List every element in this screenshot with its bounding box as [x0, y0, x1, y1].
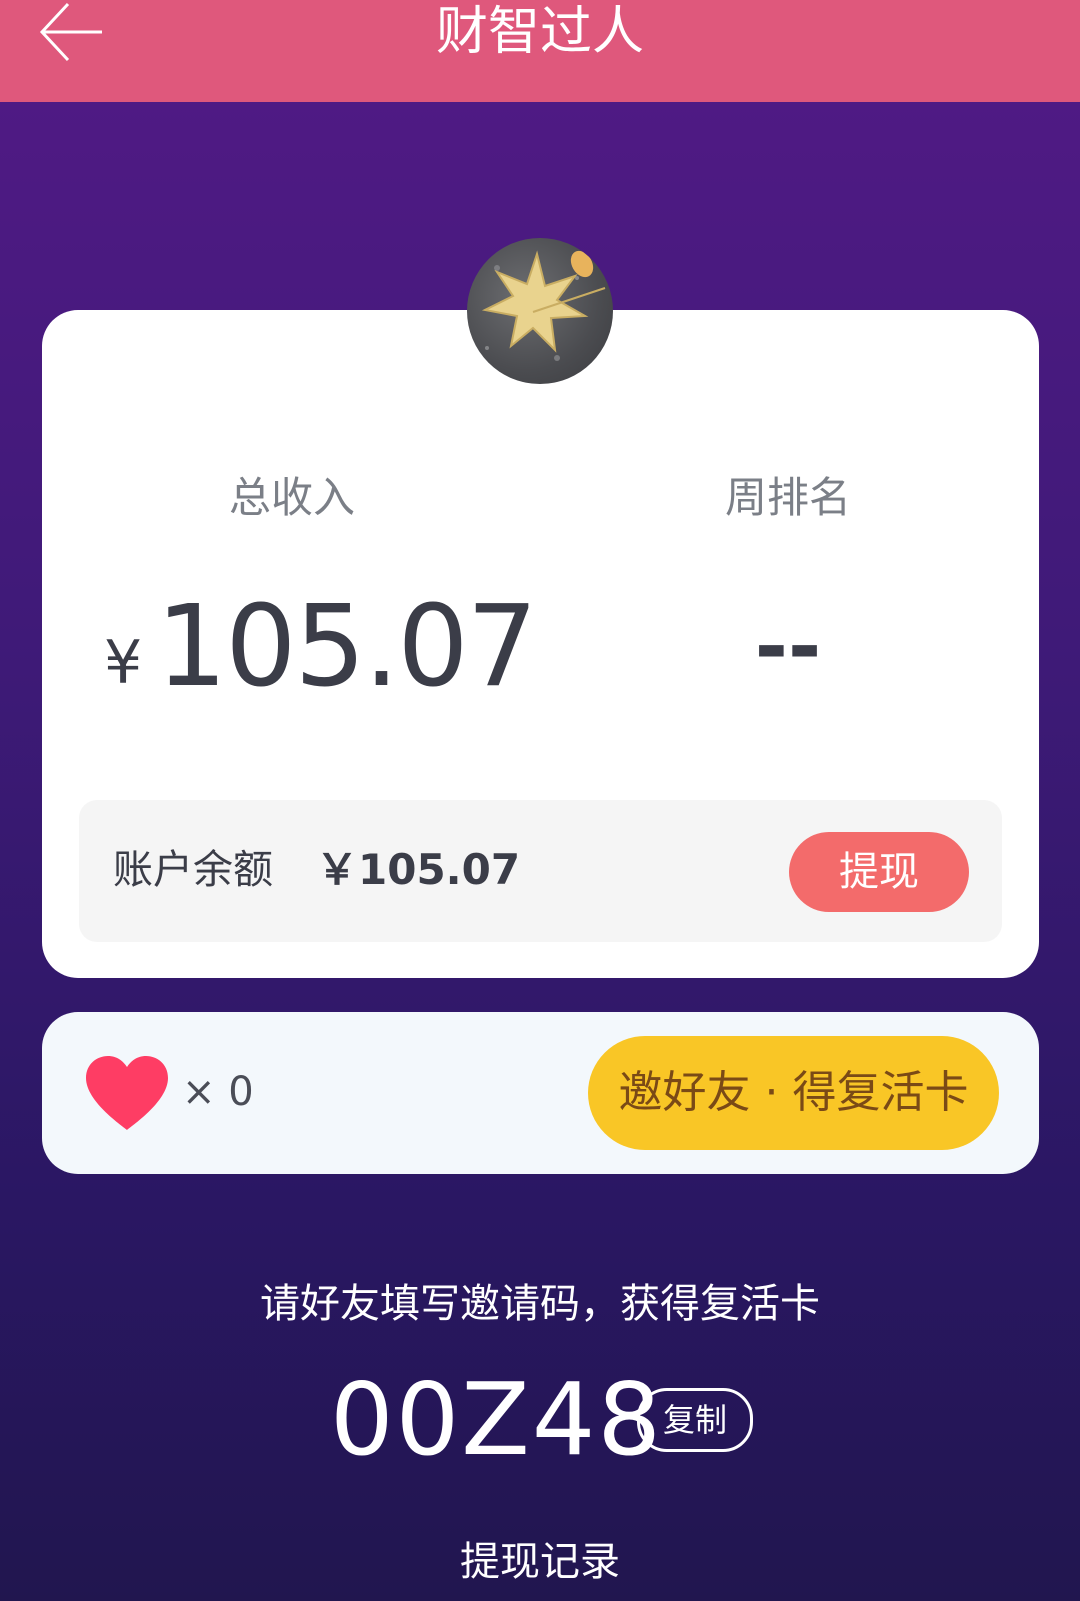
maple-leaf-photo — [481, 250, 606, 361]
invite-hint-text: 请好友填写邀请码，获得复活卡 — [260, 1281, 820, 1327]
withdraw-button[interactable]: 提现 — [789, 832, 969, 912]
balance-value: ￥105.07 — [316, 845, 521, 894]
heart-icon — [86, 1056, 168, 1130]
avatar[interactable] — [467, 238, 613, 384]
revive-card-count: × 0 — [182, 1069, 254, 1115]
top-bar: 财智过人 — [0, 0, 1080, 102]
invite-code: 00Z48 — [330, 1361, 663, 1478]
income-currency-symbol: ¥ — [104, 628, 143, 698]
total-income-label: 总收入 — [228, 473, 355, 522]
weekly-rank-label: 周排名 — [724, 473, 851, 522]
weekly-rank-value: -- — [754, 600, 822, 693]
withdraw-history-link[interactable]: 提现记录 — [0, 1534, 1080, 1590]
total-income-value: 105.07 — [156, 582, 538, 712]
balance-label: 账户余额 — [113, 847, 273, 893]
copy-code-button[interactable]: 复制 — [637, 1388, 753, 1452]
invite-friends-button[interactable]: 邀好友 · 得复活卡 — [588, 1036, 999, 1150]
page-title: 财智过人 — [435, 2, 644, 62]
